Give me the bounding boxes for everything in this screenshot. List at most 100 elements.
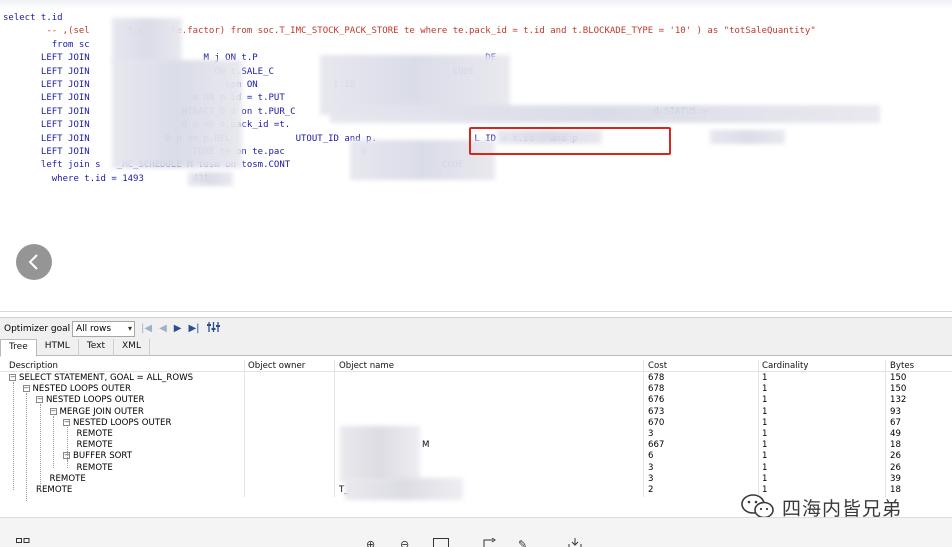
plan-row[interactable]: − BUFFER SORT 6 1 26 (0, 451, 952, 462)
column-header[interactable]: Object name (339, 361, 394, 371)
operation-label: REMOTE (36, 485, 73, 495)
redaction-blur (188, 172, 233, 186)
plan-row[interactable]: REMOTE 3 1 26 (0, 463, 952, 474)
plan-row[interactable]: REMOTE 3 1 39 (0, 474, 952, 485)
cell-card: 1 (762, 406, 768, 417)
grid-header: Description Object owner Object name Cost Ca… (0, 360, 952, 372)
cell-cost: 670 (648, 417, 665, 428)
cell-cost: 673 (648, 406, 665, 417)
sql-editor[interactable]: select t.id -- ,(sel t.c te.factor) from… (0, 0, 952, 312)
column-header[interactable]: Object owner (248, 361, 305, 371)
optimizer-goal-label: Optimizer goal (4, 323, 71, 334)
previous-icon[interactable]: ◀ (159, 323, 167, 334)
cell-bytes: 150 (890, 384, 907, 395)
optimizer-goal-value: All rows (76, 323, 112, 334)
collapse-icon[interactable]: − (9, 374, 16, 381)
download-icon[interactable] (568, 538, 582, 547)
chevron-left-icon (28, 254, 38, 270)
plan-view-tabs: Tree HTML Text XML (0, 339, 952, 357)
editor-top-strip (0, 0, 952, 9)
plan-row[interactable]: REMOTE M 667 1 18 (0, 440, 952, 451)
plan-operation: − MERGE JOIN OUTER (49, 407, 144, 418)
cell-bytes: 150 (890, 373, 907, 383)
plan-operation: − NESTED LOOPS OUTER (63, 418, 171, 429)
plan-row[interactable]: − SELECT STATEMENT, GOAL = ALL_ROWS 678 1 15… (0, 373, 952, 384)
plan-row[interactable]: − MERGE JOIN OUTER 673 1 93 (0, 407, 952, 418)
cell-cost: 3 (648, 462, 654, 473)
next-icon[interactable]: ▶ (174, 323, 182, 334)
column-header[interactable]: Cardinality (762, 361, 808, 371)
plan-operation: − NESTED LOOPS OUTER (36, 395, 144, 406)
cell-card: 1 (762, 451, 768, 462)
tab-html[interactable]: HTML (37, 339, 79, 356)
plan-operation: REMOTE (36, 485, 72, 496)
operation-label: REMOTE (76, 440, 113, 451)
cell-cost: 3 (648, 473, 654, 484)
plan-row[interactable]: REMOTE 3 1 49 (0, 429, 952, 440)
plan-operation: − SELECT STATEMENT, GOAL = ALL_ROWS (9, 373, 193, 384)
operation-label: NESTED LOOPS OUTER (73, 417, 172, 428)
cell-bytes: 132 (890, 395, 907, 406)
redaction-blur (710, 130, 785, 144)
plan-operation: REMOTE (77, 429, 113, 440)
zoom-in-icon[interactable]: ⊕ (366, 538, 375, 547)
actual-size-icon[interactable] (433, 538, 449, 547)
cell-cost: 678 (648, 384, 665, 395)
operation-label: REMOTE (76, 429, 113, 439)
cell-cost: 676 (648, 395, 665, 406)
plan-row[interactable]: − NESTED LOOPS OUTER 676 1 132 (0, 395, 952, 406)
plan-operation: − NESTED LOOPS OUTER (22, 384, 131, 395)
tab-tree[interactable]: Tree (0, 339, 37, 357)
redaction-blur (112, 60, 242, 168)
redaction-blur (345, 478, 463, 500)
settings-sliders-icon[interactable] (206, 321, 220, 336)
plan-row[interactable]: − NESTED LOOPS OUTER 678 1 150 (0, 384, 952, 395)
plan-operation: − BUFFER SORT (63, 451, 132, 462)
cell-card: 1 (762, 373, 768, 383)
plan-operation: REMOTE (77, 463, 113, 474)
operation-label: NESTED LOOPS OUTER (46, 395, 145, 406)
operation-label: NESTED LOOPS OUTER (32, 384, 131, 395)
column-header[interactable]: Description (9, 361, 58, 371)
column-header[interactable]: Bytes (890, 361, 914, 371)
collapse-icon[interactable]: − (22, 385, 30, 393)
cell-card: 1 (762, 440, 768, 451)
collapse-icon[interactable]: − (63, 418, 70, 426)
tab-text[interactable]: Text (79, 339, 115, 356)
operation-label: REMOTE (76, 462, 113, 473)
back-button[interactable] (16, 244, 52, 280)
cell-cost: 667 (648, 440, 665, 451)
collapse-icon[interactable]: − (49, 407, 57, 415)
collapse-icon[interactable]: − (36, 396, 43, 404)
cell-card: 1 (762, 417, 768, 428)
cell-name: M (422, 440, 430, 451)
highlight-box (469, 127, 671, 155)
cell-card: 1 (762, 384, 768, 395)
edit-pen-icon[interactable]: ✎ (518, 538, 527, 547)
dropdown-arrow-icon: ▾ (127, 323, 132, 333)
cell-cost: 2 (648, 485, 654, 495)
tab-xml[interactable]: XML (114, 339, 150, 356)
optimizer-toolbar: Optimizer goal All rows ▾ |◀ ◀ ▶ ▶| (0, 317, 952, 339)
cell-bytes: 49 (890, 429, 901, 439)
cell-cost: 678 (648, 373, 665, 383)
plan-operation: REMOTE (77, 440, 113, 451)
optimizer-goal-select[interactable]: All rows ▾ (72, 320, 135, 337)
last-icon[interactable]: ▶| (188, 323, 199, 334)
cell-card: 1 (762, 462, 768, 473)
cell-card: 1 (762, 429, 768, 439)
column-header[interactable]: Cost (648, 361, 667, 371)
app-window: { "editor": { "lines": [ {"text": "selec… (0, 0, 952, 547)
cell-cost: 3 (648, 429, 654, 439)
operation-label: BUFFER SORT (73, 451, 133, 462)
cell-bytes: 39 (890, 473, 901, 484)
plan-row[interactable]: − NESTED LOOPS OUTER 670 1 67 (0, 418, 952, 429)
rotate-icon[interactable] (483, 537, 497, 547)
cell-bytes: 67 (890, 417, 901, 428)
cell-card: 1 (762, 395, 768, 406)
zoom-out-icon[interactable]: ⊖ (400, 538, 409, 547)
redaction-blur (340, 426, 420, 482)
grid-view-icon[interactable] (16, 538, 30, 547)
operation-label: SELECT STATEMENT, GOAL = ALL_ROWS (19, 373, 194, 383)
first-icon[interactable]: |◀ (141, 323, 152, 334)
